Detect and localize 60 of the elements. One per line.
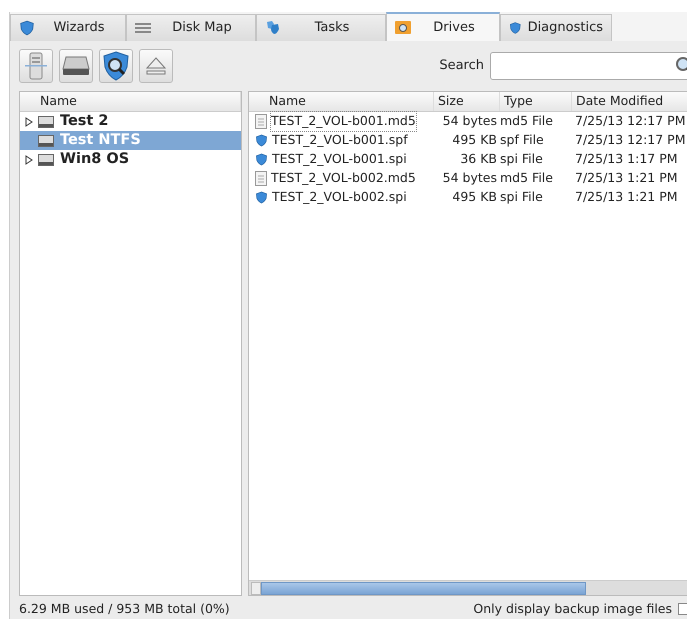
filter-checkbox[interactable] (678, 603, 687, 615)
document-icon (255, 171, 267, 186)
search-label: Search (439, 57, 484, 76)
tree-item[interactable]: Test 2 (20, 112, 241, 131)
file-date: 7/25/13 12:17 PM (574, 131, 686, 150)
scroll-thumb[interactable] (261, 582, 586, 594)
file-date: 7/25/13 1:21 PM (574, 188, 679, 206)
toolbar-button[interactable] (59, 49, 93, 83)
hard-drive-icon (62, 55, 90, 77)
file-name[interactable]: TEST_2_VOL-b002.md5 (271, 169, 416, 188)
shield-icon (255, 134, 268, 147)
eject-icon (145, 56, 167, 76)
tab[interactable]: Diagnostics (500, 14, 612, 41)
file-name[interactable]: TEST_2_VOL-b001.spi (272, 150, 407, 169)
file-date: 7/25/13 1:21 PM (574, 169, 679, 188)
search-field[interactable] (490, 52, 687, 80)
file-type: md5 File (500, 112, 554, 130)
file-name[interactable]: TEST_2_VOL-b001.md5 (271, 112, 416, 131)
shields-icon (265, 20, 281, 36)
tab[interactable]: Wizards (10, 14, 126, 41)
expand-arrow-icon[interactable] (25, 116, 33, 126)
column-header[interactable]: Name (249, 92, 434, 111)
document-icon (255, 114, 267, 129)
file-size: 36 KB (459, 150, 498, 168)
menu-icon (135, 21, 151, 35)
file-type: md5 File (500, 169, 554, 188)
disk-usage-text: 6.29 MB used / 953 MB total (0%) (19, 600, 230, 618)
file-size: 54 bytes (442, 112, 498, 130)
expand-arrow-icon[interactable] (25, 154, 33, 164)
file-type: spf File (500, 131, 545, 150)
shield-icon (19, 20, 35, 36)
drive-icon (38, 116, 54, 128)
file-size: 54 bytes (442, 169, 498, 188)
column-header[interactable]: Date Modified (572, 92, 687, 111)
shield-search-icon (102, 51, 130, 81)
file-date: 7/25/13 1:17 PM (574, 150, 679, 168)
shield-icon (255, 191, 268, 204)
file-type: spi File (500, 150, 544, 168)
column-header[interactable]: Type (500, 92, 572, 111)
toolbar-button[interactable] (99, 49, 133, 83)
column-header[interactable]: Size (434, 92, 500, 111)
computer-tower-icon (25, 52, 47, 80)
drive-icon (38, 154, 54, 166)
column-header[interactable]: Name (20, 92, 241, 111)
filter-label: Only display backup image files (473, 600, 672, 618)
horizontal-scrollbar[interactable] (249, 580, 687, 595)
tab[interactable]: Drives (386, 12, 500, 41)
tab[interactable]: Tasks (256, 14, 386, 41)
drive-icon (38, 134, 54, 146)
shield-icon (255, 153, 268, 166)
file-name[interactable]: TEST_2_VOL-b001.spf (272, 131, 408, 150)
file-type: spi File (500, 188, 544, 206)
file-date: 7/25/13 12:17 PM (574, 112, 686, 130)
folder-icon (395, 20, 411, 35)
shield-icon (509, 20, 522, 36)
file-size: 495 KB (451, 131, 498, 150)
tree-item[interactable]: Win8 OS (20, 150, 241, 169)
file-size: 495 KB (451, 188, 498, 206)
tab[interactable]: Disk Map (126, 14, 256, 41)
file-name[interactable]: TEST_2_VOL-b002.spi (272, 188, 407, 207)
